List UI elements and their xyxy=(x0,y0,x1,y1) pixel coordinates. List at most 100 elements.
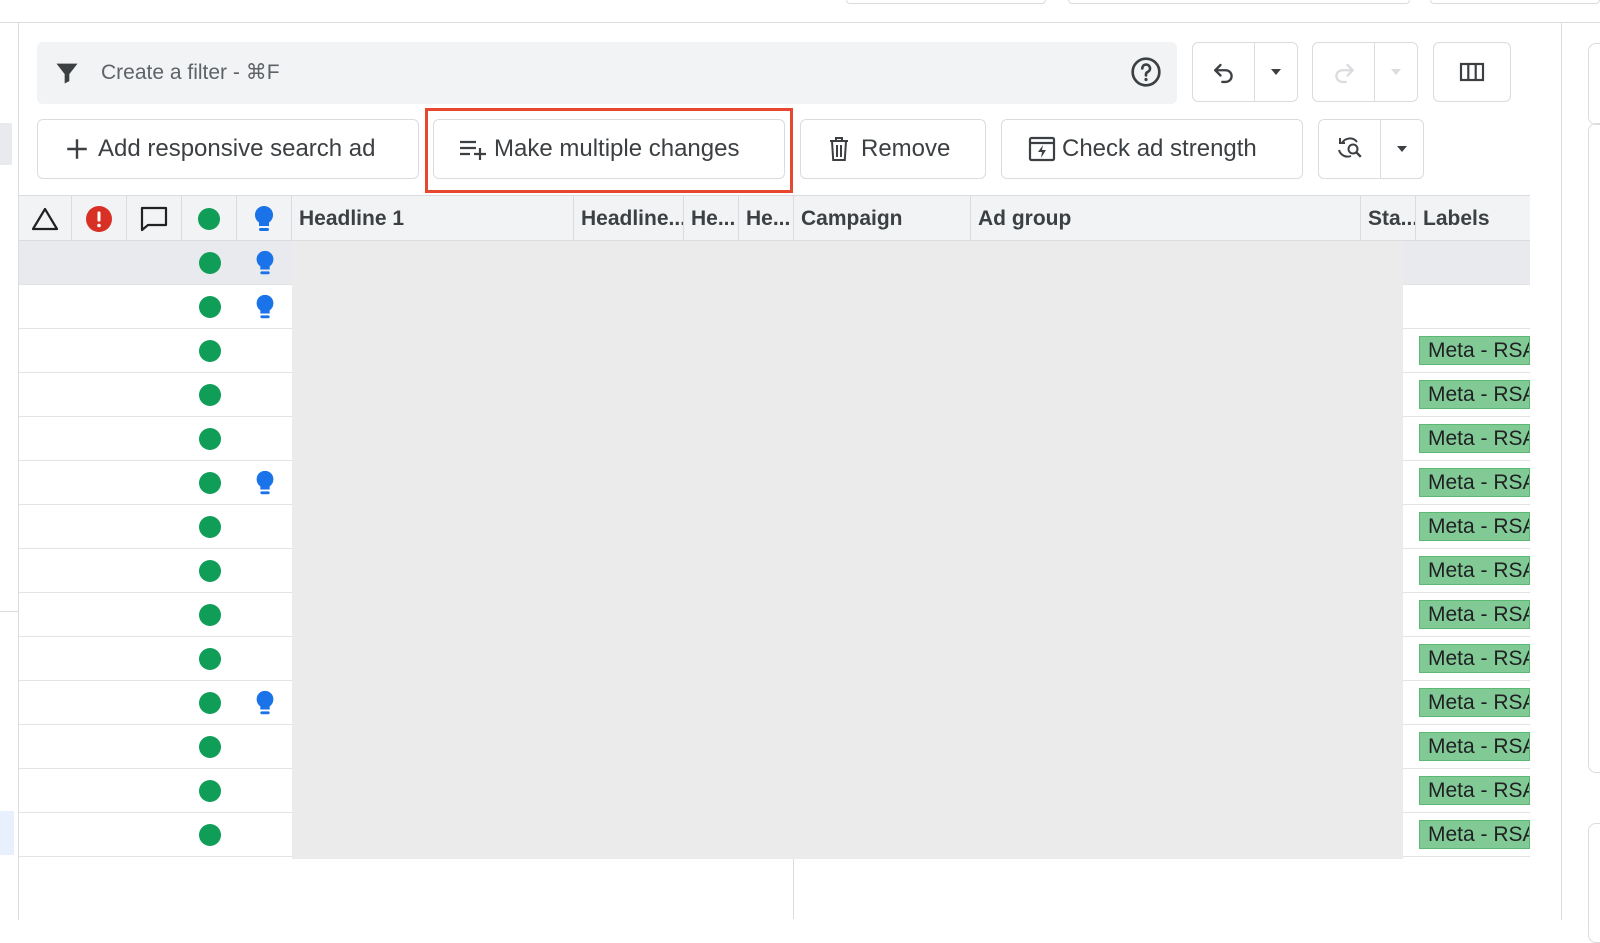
column-header-label: Sta... xyxy=(1368,206,1416,230)
right-card xyxy=(1588,823,1600,943)
filter-icon[interactable] xyxy=(53,59,81,87)
status-dot-icon xyxy=(199,824,221,846)
undo-button[interactable] xyxy=(1193,43,1254,101)
column-header-label: He... xyxy=(746,206,791,230)
right-gutter xyxy=(1562,23,1600,943)
column-header-recommendation[interactable] xyxy=(237,196,292,241)
status-dot-icon xyxy=(199,560,221,582)
top-tab-stub xyxy=(1430,0,1600,4)
refresh-search-icon xyxy=(1337,137,1362,158)
column-header-warning[interactable] xyxy=(19,196,72,241)
label-chip[interactable]: Meta - RSA xyxy=(1419,380,1530,409)
status-dot-icon xyxy=(199,428,221,450)
undo-dropdown[interactable] xyxy=(1255,43,1297,101)
plus-icon xyxy=(67,139,87,159)
left-gutter-selected xyxy=(0,811,14,855)
redo-icon xyxy=(1334,63,1354,84)
column-header-headline-4[interactable]: He... xyxy=(739,196,794,241)
status-dot-icon xyxy=(198,207,220,230)
left-gutter xyxy=(0,23,18,920)
top-tab-stub xyxy=(846,0,1046,4)
check-ad-strength-label: Check ad strength xyxy=(1062,135,1257,162)
status-dot-icon xyxy=(199,736,221,758)
status-dot-icon xyxy=(199,780,221,802)
lightbulb-icon[interactable] xyxy=(253,249,277,277)
column-header-status[interactable] xyxy=(182,196,237,241)
left-gutter-divider xyxy=(0,611,18,612)
label-chip[interactable]: Meta - RSA xyxy=(1419,688,1530,717)
refresh-search-button[interactable] xyxy=(1319,120,1380,178)
label-chip[interactable]: Meta - RSA xyxy=(1419,556,1530,585)
column-header-status-text[interactable]: Sta... xyxy=(1361,196,1416,241)
undo-split-button xyxy=(1192,42,1298,102)
column-header-label: Campaign xyxy=(801,206,903,230)
refresh-split-button xyxy=(1318,119,1424,179)
label-chip[interactable]: Meta - RSA xyxy=(1419,468,1530,497)
remove-label: Remove xyxy=(861,135,951,162)
redo-button[interactable] xyxy=(1313,43,1374,101)
column-header-label: Labels xyxy=(1423,206,1490,230)
status-dot-icon xyxy=(199,384,221,406)
label-chip[interactable]: Meta - RSA xyxy=(1419,820,1530,849)
trash-icon xyxy=(830,137,848,161)
column-header-campaign[interactable]: Campaign xyxy=(794,196,971,241)
column-header-comment[interactable] xyxy=(127,196,182,241)
filter-input[interactable] xyxy=(101,56,1081,90)
lightbulb-icon[interactable] xyxy=(253,469,277,497)
label-chip[interactable]: Meta - RSA xyxy=(1419,336,1530,365)
help-icon[interactable] xyxy=(1130,56,1162,88)
remove-button[interactable]: Remove xyxy=(800,119,986,179)
label-chip[interactable]: Meta - RSA xyxy=(1419,776,1530,805)
undo-icon xyxy=(1213,63,1233,84)
lightbulb-icon[interactable] xyxy=(253,689,277,717)
status-dot-icon xyxy=(199,648,221,670)
warning-icon xyxy=(31,207,59,230)
lightbulb-icon xyxy=(254,205,274,231)
label-chip[interactable]: Meta - RSA xyxy=(1419,644,1530,673)
column-header-ad-group[interactable]: Ad group xyxy=(971,196,1361,241)
caret-down-icon xyxy=(1391,69,1402,75)
status-dot-icon xyxy=(199,472,221,494)
columns-button[interactable] xyxy=(1433,42,1511,102)
column-header-headline-1[interactable]: Headline 1 xyxy=(292,196,574,241)
top-tab-stub xyxy=(1068,0,1410,4)
status-dot-icon xyxy=(199,516,221,538)
refresh-dropdown[interactable] xyxy=(1381,120,1423,178)
redo-split-button xyxy=(1312,42,1418,102)
status-dot-icon xyxy=(199,604,221,626)
label-chip[interactable]: Meta - RSA xyxy=(1419,600,1530,629)
column-header-headline-2[interactable]: Headline... xyxy=(574,196,684,241)
table-header: Headline 1 Headline... He... He... Campa… xyxy=(19,195,1530,241)
caret-down-icon xyxy=(1271,69,1282,75)
status-dot-icon xyxy=(199,296,221,318)
status-dot-icon xyxy=(199,340,221,362)
right-card xyxy=(1588,123,1600,773)
status-dot-icon xyxy=(199,252,221,274)
redacted-area xyxy=(292,241,1403,859)
label-chip[interactable]: Meta - RSA xyxy=(1419,732,1530,761)
caret-down-icon xyxy=(1397,146,1408,152)
check-ad-strength-button[interactable]: Check ad strength xyxy=(1001,119,1303,179)
left-gutter-mark xyxy=(0,123,12,165)
column-header-label: He... xyxy=(691,206,736,230)
add-responsive-search-ad-label: Add responsive search ad xyxy=(98,135,376,162)
label-chip[interactable]: Meta - RSA xyxy=(1419,512,1530,541)
right-card xyxy=(1588,43,1600,125)
label-chip[interactable]: Meta - RSA xyxy=(1419,424,1530,453)
add-responsive-search-ad-button[interactable]: Add responsive search ad xyxy=(37,119,419,179)
column-header-labels[interactable]: Labels xyxy=(1416,196,1530,241)
column-header-headline-3[interactable]: He... xyxy=(684,196,739,241)
lightbulb-icon[interactable] xyxy=(253,293,277,321)
column-header-label: Headline... xyxy=(581,206,684,230)
error-icon xyxy=(86,205,112,232)
column-header-label: Ad group xyxy=(978,206,1072,230)
top-bar xyxy=(0,0,1600,23)
column-header-label: Headline 1 xyxy=(299,206,405,230)
filter-bar xyxy=(37,42,1177,104)
redo-dropdown[interactable] xyxy=(1375,43,1417,101)
column-divider xyxy=(793,859,794,919)
status-dot-icon xyxy=(199,692,221,714)
column-header-error[interactable] xyxy=(72,196,127,241)
ad-strength-icon xyxy=(1028,136,1056,162)
columns-icon xyxy=(1459,62,1485,82)
